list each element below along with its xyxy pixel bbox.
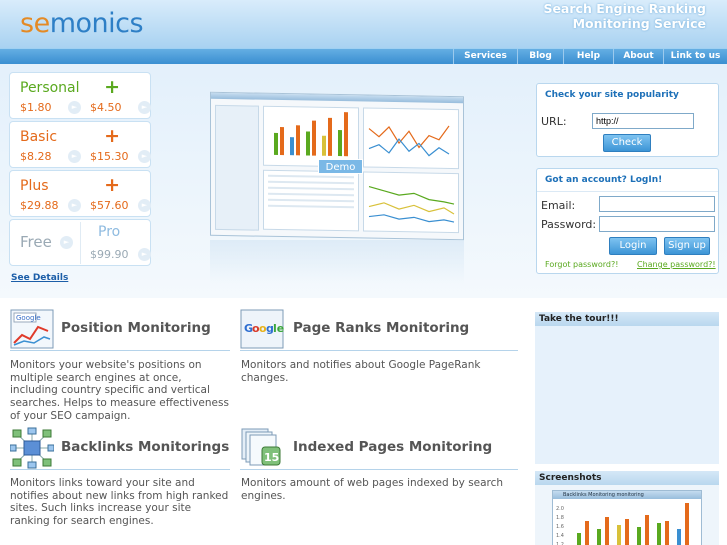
arrow-right-icon[interactable]: ► xyxy=(68,101,81,114)
svg-text:15: 15 xyxy=(264,451,279,464)
svg-text:Google: Google xyxy=(16,314,41,322)
screenshots-title: Screenshots xyxy=(535,471,719,485)
url-label: URL: xyxy=(541,115,567,128)
plan-name: Plus xyxy=(20,178,49,194)
divider xyxy=(10,350,230,351)
forgot-password-link[interactable]: Forgot password?! xyxy=(545,260,618,269)
plan-price-yearly: $15.30 xyxy=(90,150,129,163)
screenshot-thumbnail[interactable]: Backlinks Monitoring monitoring 2.0 1.8 1.… xyxy=(552,490,702,545)
login-button[interactable]: Login xyxy=(609,237,657,255)
change-password-link[interactable]: Change password?! xyxy=(637,260,716,269)
plan-personal[interactable]: Personal + $1.80 ► $4.50 ► xyxy=(9,72,151,119)
plan-name: Personal xyxy=(20,80,80,96)
screenshots-area: Backlinks Monitoring monitoring 2.0 1.8 1.… xyxy=(535,485,719,545)
demo-button[interactable]: Demo xyxy=(318,159,363,174)
signup-button[interactable]: Sign up xyxy=(664,237,710,255)
feature-title-pagerank: Page Ranks Monitoring xyxy=(293,320,470,336)
arrow-right-icon[interactable]: ► xyxy=(68,199,81,212)
plan-price-monthly: $1.80 xyxy=(20,101,52,114)
reflection xyxy=(210,240,464,284)
feature-title-position: Position Monitoring xyxy=(61,320,211,336)
plan-price-monthly: $8.28 xyxy=(20,150,52,163)
arrow-right-icon[interactable]: ► xyxy=(68,150,81,163)
feature-desc-position: Monitors your website's positions on mul… xyxy=(10,359,229,422)
hero-area: Personal + $1.80 ► $4.50 ► Basic + $8.28… xyxy=(0,64,727,298)
feature-desc-backlinks: Monitors links toward your site and noti… xyxy=(10,477,229,528)
site-logo[interactable]: semonics xyxy=(20,8,144,39)
plus-icon: + xyxy=(104,125,120,147)
arrow-right-icon[interactable]: ► xyxy=(138,199,151,212)
nav-blog[interactable]: Blog xyxy=(517,49,563,64)
password-field[interactable] xyxy=(599,216,715,232)
nav-about[interactable]: About xyxy=(613,49,663,64)
feature-desc-indexed: Monitors amount of web pages indexed by … xyxy=(241,477,504,502)
plan-name-pro: Pro xyxy=(98,224,121,240)
app-table xyxy=(263,169,359,232)
nav-services[interactable]: Services xyxy=(453,49,517,64)
site-header: semonics Search Engine Ranking Monitorin… xyxy=(0,0,727,48)
nav-link-to-us[interactable]: Link to us xyxy=(663,49,727,64)
main-nav: Services Blog Help About Link to us xyxy=(0,48,727,64)
plan-price-monthly: $29.88 xyxy=(20,199,59,212)
arrow-right-icon[interactable]: ► xyxy=(60,236,73,249)
tour-title: Take the tour!!! xyxy=(535,312,719,326)
google-search-chart-icon: Google xyxy=(10,309,54,349)
arrow-right-icon[interactable]: ► xyxy=(138,150,151,163)
login-title: Got an account? LogIn! xyxy=(537,169,718,192)
arrow-right-icon[interactable]: ► xyxy=(138,248,151,261)
popularity-title: Check your site popularity xyxy=(545,90,679,100)
plan-price-yearly: $4.50 xyxy=(90,101,122,114)
plus-icon: + xyxy=(104,174,120,196)
indexed-pages-icon: 15 xyxy=(240,427,284,467)
feature-title-indexed: Indexed Pages Monitoring xyxy=(293,439,493,455)
thumb-axis: 2.0 1.8 1.6 1.4 1.2 xyxy=(556,506,564,545)
login-box: Got an account? LogIn! Email: Password: … xyxy=(536,168,719,274)
google-pagerank-icon: G o o g le xyxy=(240,309,284,349)
divider xyxy=(240,469,518,470)
plan-price-yearly: $57.60 xyxy=(90,199,129,212)
plus-icon: + xyxy=(104,76,120,98)
plan-free-pro[interactable]: Free ► Pro $99.90 ► xyxy=(9,219,151,266)
divider xyxy=(240,350,518,351)
app-sidebar xyxy=(215,104,259,231)
site-tagline: Search Engine Ranking Monitoring Service xyxy=(543,1,706,31)
plan-divider xyxy=(80,222,81,264)
plan-name-free: Free xyxy=(20,233,52,251)
arrow-right-icon[interactable]: ► xyxy=(138,101,151,114)
thumb-caption: Backlinks Monitoring monitoring xyxy=(553,491,701,499)
plan-basic[interactable]: Basic + $8.28 ► $15.30 ► xyxy=(9,121,151,168)
url-input[interactable] xyxy=(592,113,694,129)
password-label: Password: xyxy=(541,218,597,231)
plan-price-pro: $99.90 xyxy=(90,248,129,261)
feature-desc-pagerank: Monitors and notifies about Google PageR… xyxy=(241,359,481,384)
svg-text:le: le xyxy=(273,322,284,335)
app-line-chart-2 xyxy=(363,171,459,234)
see-details-link[interactable]: See Details xyxy=(11,273,68,283)
network-links-icon xyxy=(9,427,55,469)
tour-video-area[interactable] xyxy=(535,326,719,464)
popularity-box: Check your site popularity URL: Check xyxy=(536,83,719,157)
plan-name: Basic xyxy=(20,129,58,145)
app-line-chart xyxy=(363,107,459,170)
feature-title-backlinks: Backlinks Monitorings xyxy=(61,439,230,455)
app-screenshot-collage[interactable]: Demo xyxy=(210,88,464,286)
email-field[interactable] xyxy=(599,196,715,212)
nav-help[interactable]: Help xyxy=(563,49,613,64)
plan-plus[interactable]: Plus + $29.88 ► $57.60 ► xyxy=(9,170,151,217)
divider xyxy=(10,469,230,470)
check-button[interactable]: Check xyxy=(603,134,651,152)
email-label: Email: xyxy=(541,199,576,212)
